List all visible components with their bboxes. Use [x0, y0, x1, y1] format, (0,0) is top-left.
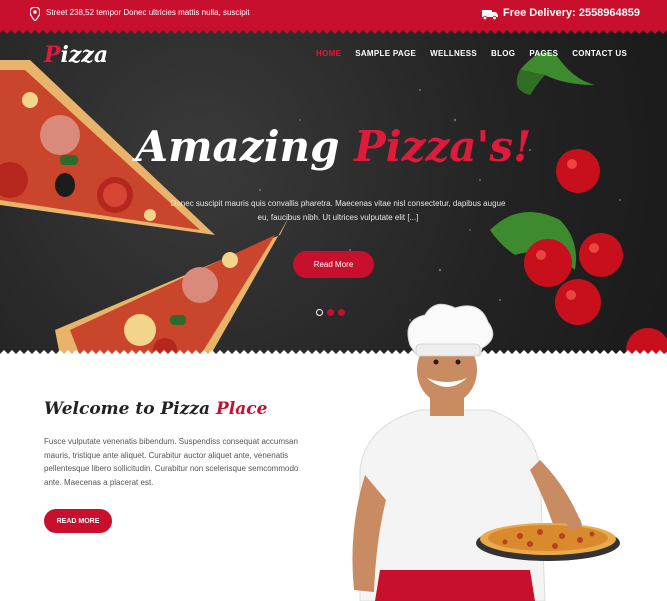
slider-dot-1[interactable]: [316, 309, 323, 316]
hero-headline-red: Pizza's!: [354, 122, 532, 171]
top-info-bar: Street 238,52 tempor Donec ultricies mat…: [0, 0, 667, 30]
welcome-read-more-button[interactable]: READ MORE: [44, 509, 112, 533]
logo-text: izza: [60, 42, 109, 68]
zigzag-divider-top: [0, 29, 667, 34]
location-pin-icon: [30, 7, 40, 21]
delivery-phone[interactable]: 2558964859: [579, 7, 640, 19]
pizza-slice-bottom: [55, 215, 290, 356]
site-logo[interactable]: Pizza: [44, 42, 108, 68]
nav-item-home[interactable]: HOME: [316, 49, 341, 58]
welcome-text: Fusce vulputate venenatis bibendum. Susp…: [44, 437, 299, 487]
basil-leaves-top: [516, 52, 595, 95]
welcome-title-red: Place: [216, 399, 268, 419]
hero-headline-white: Amazing: [135, 122, 340, 171]
delivery-truck-icon: [482, 10, 498, 20]
logo-initial: P: [44, 42, 61, 68]
nav-item-blog[interactable]: BLOG: [491, 49, 515, 58]
nav-item-wellness[interactable]: WELLNESS: [430, 49, 477, 58]
chef-with-pizza-image: [352, 303, 620, 601]
main-nav: HOME SAMPLE PAGE WELLNESS BLOG PAGES CON…: [316, 49, 627, 58]
nav-item-sample-page[interactable]: SAMPLE PAGE: [355, 49, 416, 58]
welcome-title-black: Welcome to Pizza: [44, 399, 211, 419]
hero-read-more-button[interactable]: Read More: [293, 251, 374, 278]
nav-item-pages[interactable]: PAGES: [529, 49, 558, 58]
hero-headline: Amazing Pizza's!: [0, 122, 667, 171]
address-text: Street 238,52 tempor Donec ultricies mat…: [46, 8, 250, 17]
delivery-info: Free Delivery: 2558964859: [503, 7, 640, 19]
page: Street 238,52 tempor Donec ultricies mat…: [0, 0, 667, 601]
delivery-label: Free Delivery:: [503, 7, 576, 19]
hero-description: Donec suscipit mauris quis convallis pha…: [170, 199, 506, 222]
welcome-title: Welcome to Pizza Place: [44, 399, 267, 419]
nav-item-contact-us[interactable]: CONTACT US: [572, 49, 627, 58]
